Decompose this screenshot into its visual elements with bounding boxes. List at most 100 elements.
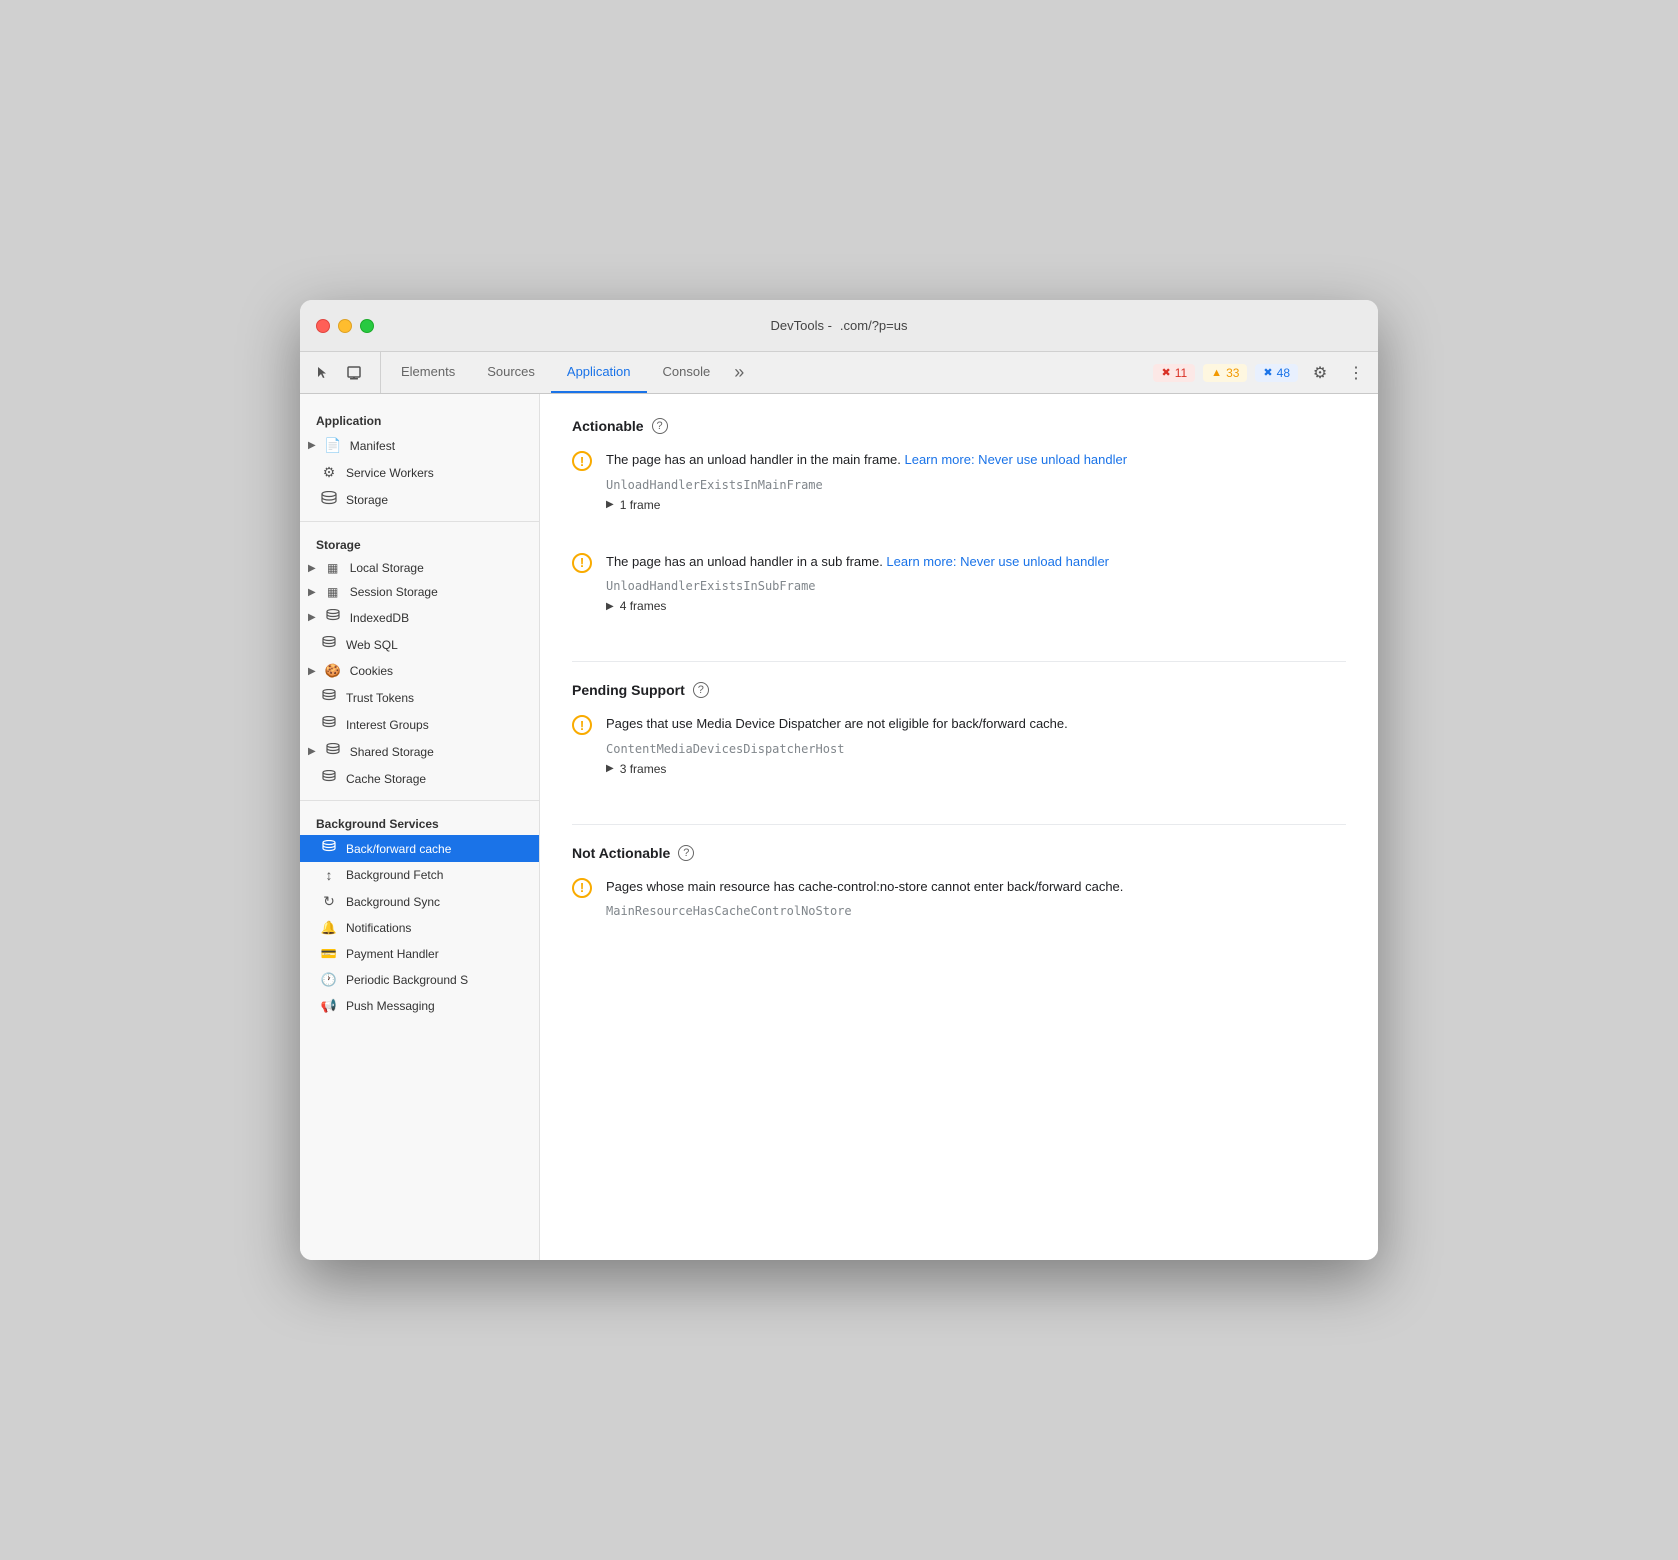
tab-right: ✖ 11 ▲ 33 ✖ 48 ⚙ ⋮: [1153, 352, 1370, 393]
sidebar-item-manifest[interactable]: ▶ 📄 Manifest: [300, 432, 539, 459]
sidebar-item-background-sync[interactable]: ↻ Background Sync: [300, 888, 539, 915]
issue-unload-sub-text: The page has an unload handler in a sub …: [606, 552, 1346, 572]
local-storage-label: Local Storage: [350, 561, 424, 575]
sidebar-item-cookies[interactable]: ▶ 🍪 Cookies: [300, 658, 539, 684]
background-sync-label: Background Sync: [346, 895, 440, 909]
sidebar-item-shared-storage[interactable]: ▶ Shared Storage: [300, 738, 539, 765]
learn-more-link-2[interactable]: Learn more: Never use unload handler: [886, 554, 1109, 569]
actionable-help-icon[interactable]: ?: [652, 418, 668, 434]
tabbar: Elements Sources Application Console » ✖…: [300, 352, 1378, 394]
sidebar-section-background-services: Background Services: [300, 809, 539, 835]
warning-icon: ▲: [1211, 367, 1222, 379]
arrow-icon: ▶: [308, 612, 316, 623]
arrow-icon: ▶: [308, 746, 316, 757]
cache-storage-icon: [320, 770, 338, 787]
section-pending-title: Pending Support: [572, 682, 685, 698]
not-actionable-help-icon[interactable]: ?: [678, 845, 694, 861]
issue-unload-sub-code: UnloadHandlerExistsInSubFrame: [606, 579, 1346, 593]
learn-more-link-1[interactable]: Learn more: Never use unload handler: [904, 452, 1127, 467]
back-forward-cache-label: Back/forward cache: [346, 842, 451, 856]
service-workers-label: Service Workers: [346, 466, 434, 480]
sidebar-item-web-sql[interactable]: Web SQL: [300, 631, 539, 658]
sidebar-item-service-workers[interactable]: ⚙ Service Workers: [300, 459, 539, 486]
section-actionable-header: Actionable ?: [572, 418, 1346, 434]
cursor-icon[interactable]: [308, 359, 336, 387]
sidebar-item-notifications[interactable]: 🔔 Notifications: [300, 915, 539, 941]
storage-icon: [320, 491, 338, 508]
warning-icon-1: !: [572, 451, 592, 471]
minimize-button[interactable]: [338, 319, 352, 333]
maximize-button[interactable]: [360, 319, 374, 333]
tab-elements[interactable]: Elements: [385, 352, 471, 393]
warning-icon-3: !: [572, 715, 592, 735]
info-icon: ✖: [1263, 366, 1272, 379]
notifications-icon: 🔔: [320, 920, 338, 936]
error-icon: ✖: [1161, 366, 1170, 379]
tab-sources[interactable]: Sources: [471, 352, 551, 393]
payment-handler-label: Payment Handler: [346, 947, 439, 961]
periodic-background-label: Periodic Background S: [346, 973, 468, 987]
main: Application ▶ 📄 Manifest ⚙ Service Worke…: [300, 394, 1378, 1260]
storage-label: Storage: [346, 493, 388, 507]
warning-count: 33: [1226, 366, 1239, 380]
info-badge[interactable]: ✖ 48: [1255, 364, 1298, 382]
inspect-icon[interactable]: [340, 359, 368, 387]
divider-pending: [572, 824, 1346, 825]
notifications-label: Notifications: [346, 921, 411, 935]
issue-unload-main-content: The page has an unload handler in the ma…: [606, 450, 1346, 512]
web-sql-label: Web SQL: [346, 638, 398, 652]
divider-1: [300, 521, 539, 522]
frame-arrow-icon-1: ▶: [606, 499, 614, 510]
local-storage-icon: ▦: [324, 561, 342, 575]
sidebar-item-push-messaging[interactable]: 📢 Push Messaging: [300, 993, 539, 1019]
error-badge[interactable]: ✖ 11: [1153, 364, 1195, 382]
tab-overflow[interactable]: »: [726, 352, 752, 393]
push-messaging-icon: 📢: [320, 998, 338, 1014]
tab-application[interactable]: Application: [551, 352, 647, 393]
gear-icon: ⚙: [1313, 363, 1327, 383]
warning-badge[interactable]: ▲ 33: [1203, 364, 1247, 382]
more-icon: ⋮: [1348, 363, 1364, 383]
settings-button[interactable]: ⚙: [1306, 359, 1334, 387]
trust-tokens-icon: [320, 689, 338, 706]
sidebar-item-periodic-background[interactable]: 🕐 Periodic Background S: [300, 967, 539, 993]
section-pending-header: Pending Support ?: [572, 682, 1346, 698]
payment-handler-icon: 💳: [320, 946, 338, 962]
frame-expand-1[interactable]: ▶ 1 frame: [606, 498, 1346, 512]
shared-storage-icon: [324, 743, 342, 760]
sidebar-item-back-forward-cache[interactable]: Back/forward cache: [300, 835, 539, 862]
issue-media-device-code: ContentMediaDevicesDispatcherHost: [606, 742, 1346, 756]
sidebar-item-session-storage[interactable]: ▶ ▦ Session Storage: [300, 580, 539, 604]
sidebar-item-storage-app[interactable]: Storage: [300, 486, 539, 513]
indexeddb-icon: [324, 609, 342, 626]
issue-cache-control-text: Pages whose main resource has cache-cont…: [606, 877, 1346, 897]
sidebar-item-indexeddb[interactable]: ▶ IndexedDB: [300, 604, 539, 631]
sidebar-item-payment-handler[interactable]: 💳 Payment Handler: [300, 941, 539, 967]
issue-unload-main-text: The page has an unload handler in the ma…: [606, 450, 1346, 470]
background-fetch-label: Background Fetch: [346, 868, 443, 882]
tab-console[interactable]: Console: [647, 352, 727, 393]
more-button[interactable]: ⋮: [1342, 359, 1370, 387]
content-area: Actionable ? ! The page has an unload ha…: [540, 394, 1378, 1260]
sidebar-section-application: Application: [300, 406, 539, 432]
close-button[interactable]: [316, 319, 330, 333]
section-not-actionable-header: Not Actionable ?: [572, 845, 1346, 861]
cookies-label: Cookies: [350, 664, 393, 678]
pending-help-icon[interactable]: ?: [693, 682, 709, 698]
sidebar-item-interest-groups[interactable]: Interest Groups: [300, 711, 539, 738]
sidebar-item-background-fetch[interactable]: ↕ Background Fetch: [300, 862, 539, 888]
sidebar-item-cache-storage[interactable]: Cache Storage: [300, 765, 539, 792]
frame-expand-3[interactable]: ▶ 3 frames: [606, 762, 1346, 776]
frame-count-3: 3 frames: [620, 762, 667, 776]
traffic-lights: [316, 319, 374, 333]
frame-expand-2[interactable]: ▶ 4 frames: [606, 599, 1346, 613]
shared-storage-label: Shared Storage: [350, 745, 434, 759]
sidebar-item-local-storage[interactable]: ▶ ▦ Local Storage: [300, 556, 539, 580]
tabs: Elements Sources Application Console »: [385, 352, 1153, 393]
sidebar: Application ▶ 📄 Manifest ⚙ Service Worke…: [300, 394, 540, 1260]
section-not-actionable: Not Actionable ? ! Pages whose main reso…: [572, 845, 1346, 945]
warning-icon-4: !: [572, 878, 592, 898]
frame-count-1: 1 frame: [620, 498, 661, 512]
section-pending-support: Pending Support ? ! Pages that use Media…: [572, 682, 1346, 796]
sidebar-item-trust-tokens[interactable]: Trust Tokens: [300, 684, 539, 711]
